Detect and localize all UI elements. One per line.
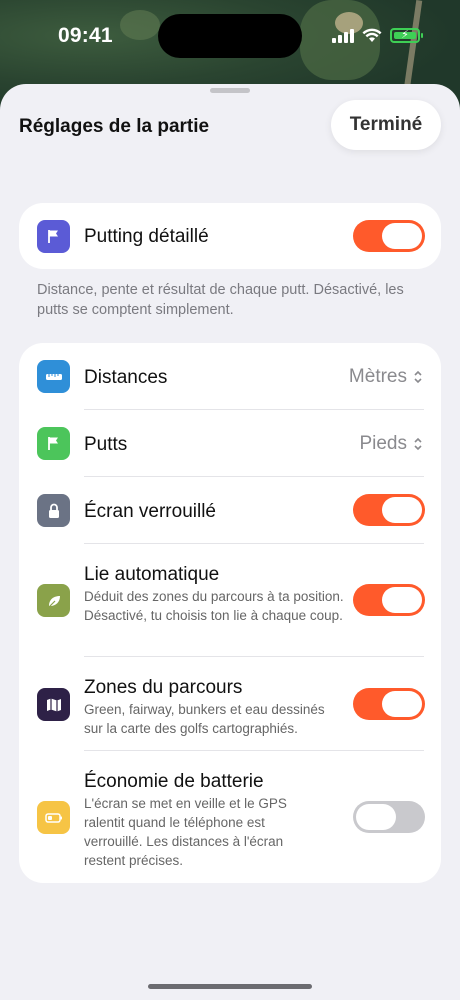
putts-value: Pieds xyxy=(359,433,407,454)
putts-picker[interactable]: Pieds xyxy=(359,433,423,455)
putting-card: Putting détaillé xyxy=(19,203,441,269)
auto-lie-description: Déduit des zones du parcours à ta positi… xyxy=(84,589,344,623)
distances-picker[interactable]: Mètres xyxy=(349,366,423,388)
battery-saver-toggle[interactable] xyxy=(353,801,425,833)
course-zones-description: Green, fairway, bunkers et eau dessinés … xyxy=(84,702,325,736)
settings-card: Distances Mètres Putts Pieds Écran verro… xyxy=(19,343,441,883)
putts-row[interactable]: Putts Pieds xyxy=(19,410,441,477)
battery-saver-row[interactable]: Économie de batterie L'écran se met en v… xyxy=(19,751,441,883)
wifi-icon xyxy=(362,28,382,42)
distances-value: Mètres xyxy=(348,366,407,387)
chevron-up-down-icon xyxy=(414,370,422,384)
map-icon xyxy=(37,688,70,721)
flag-icon xyxy=(37,427,70,460)
distances-label: Distances xyxy=(84,367,168,388)
course-zones-row[interactable]: Zones du parcours Green, fairway, bunker… xyxy=(19,657,441,751)
sheet-grabber[interactable] xyxy=(210,88,250,93)
status-bar: 09:41 ⚡ xyxy=(0,0,460,76)
putts-label: Putts xyxy=(84,434,128,455)
battery-saver-description: L'écran se met en veille et le GPS ralen… xyxy=(84,796,287,868)
auto-lie-row[interactable]: Lie automatique Déduit des zones du parc… xyxy=(19,544,441,657)
battery-saver-label: Économie de batterie xyxy=(84,771,264,792)
lock-screen-label: Écran verrouillé xyxy=(84,501,216,522)
battery-icon xyxy=(37,801,70,834)
lock-icon xyxy=(37,494,70,527)
dynamic-island xyxy=(158,14,302,58)
distances-row[interactable]: Distances Mètres xyxy=(19,343,441,410)
sheet-title: Réglages de la partie xyxy=(19,116,210,137)
leaf-icon xyxy=(37,584,70,617)
course-zones-label: Zones du parcours xyxy=(84,677,243,698)
auto-lie-toggle[interactable] xyxy=(353,584,425,616)
status-time: 09:41 xyxy=(58,24,113,47)
status-icons: ⚡ xyxy=(332,27,423,43)
putting-row[interactable]: Putting détaillé xyxy=(19,203,441,269)
auto-lie-label: Lie automatique xyxy=(84,564,220,585)
battery-charging-icon: ⚡ xyxy=(390,27,423,43)
course-zones-toggle[interactable] xyxy=(353,688,425,720)
putting-toggle[interactable] xyxy=(353,220,425,252)
done-button[interactable]: Terminé xyxy=(331,100,441,150)
flag-icon xyxy=(37,220,70,253)
putting-note: Distance, pente et résultat de chaque pu… xyxy=(37,282,404,318)
home-indicator xyxy=(148,984,312,989)
putting-label: Putting détaillé xyxy=(84,226,209,247)
settings-sheet: Réglages de la partie Terminé Putting dé… xyxy=(0,84,460,1000)
ruler-icon xyxy=(37,360,70,393)
lock-screen-row[interactable]: Écran verrouillé xyxy=(19,477,441,544)
chevron-up-down-icon xyxy=(414,437,422,451)
lock-screen-toggle[interactable] xyxy=(353,494,425,526)
cellular-signal-icon xyxy=(332,27,354,43)
